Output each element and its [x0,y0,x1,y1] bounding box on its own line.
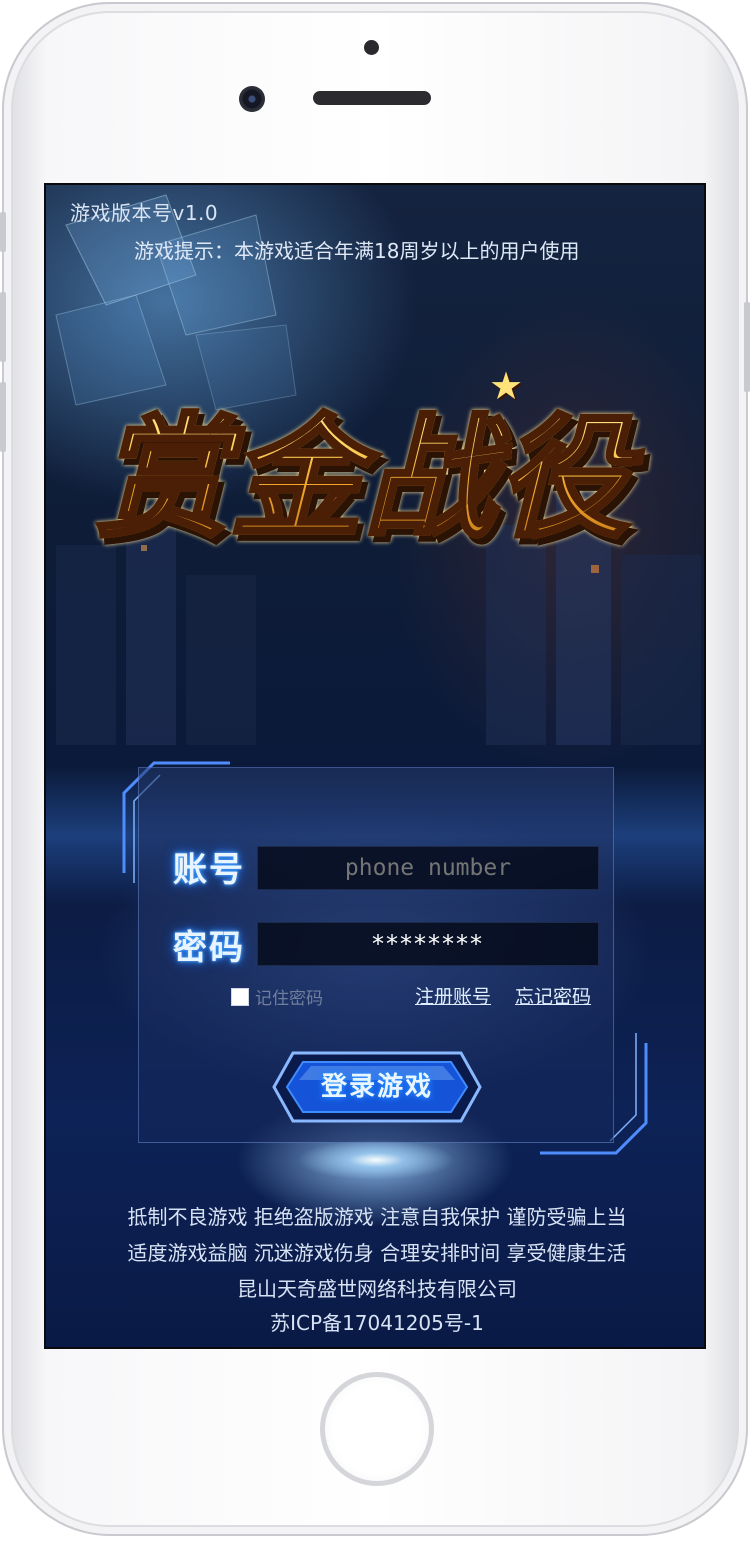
volume-up-button [0,292,6,362]
password-input[interactable]: ******** [257,922,599,966]
age-tip: 游戏提示：本游戏适合年满18周岁以上的用户使用 [134,239,580,263]
volume-down-button [0,382,6,452]
speaker-icon [313,91,431,105]
light-flare-decoration [296,1140,456,1180]
account-label: 账号 [173,850,245,890]
account-input[interactable] [257,846,599,890]
icp-number: 苏ICP备17041205号-1 [270,1311,484,1335]
game-screen: 游戏版本号v1.0 游戏提示：本游戏适合年满18周岁以上的用户使用 赏金战役 ★… [44,183,706,1349]
company-name: 昆山天奇盛世网络科技有限公司 [237,1277,517,1301]
camera-icon [239,86,265,112]
game-logo: 赏金战役 ★ [74,350,684,610]
login-button[interactable]: 登录游戏 [271,1050,483,1124]
logo-title: 赏金战役 [94,372,632,563]
remember-password[interactable]: 记住密码 [231,984,323,1009]
home-button[interactable] [320,1372,434,1486]
proximity-sensor [364,40,379,55]
health-notice-line1: 抵制不良游戏 拒绝盗版游戏 注意自我保护 谨防受骗上当 [127,1205,627,1229]
remember-label: 记住密码 [255,989,323,1009]
power-button [744,302,750,392]
mute-switch [0,212,6,252]
login-panel: 账号 密码 ******** 记住密码 注册账号 忘记密码 登录游戏 [138,767,614,1143]
health-notice-line2: 适度游戏益脑 沉迷游戏伤身 合理安排时间 享受健康生活 [127,1241,627,1265]
register-link[interactable]: 注册账号 [415,982,491,1009]
star-icon: ★ [489,364,524,408]
game-version: 游戏版本号v1.0 [70,201,219,225]
password-label: 密码 [173,928,245,968]
checkbox-icon[interactable] [231,987,249,1006]
login-button-label: 登录游戏 [320,1072,433,1102]
forgot-password-link[interactable]: 忘记密码 [515,982,591,1009]
